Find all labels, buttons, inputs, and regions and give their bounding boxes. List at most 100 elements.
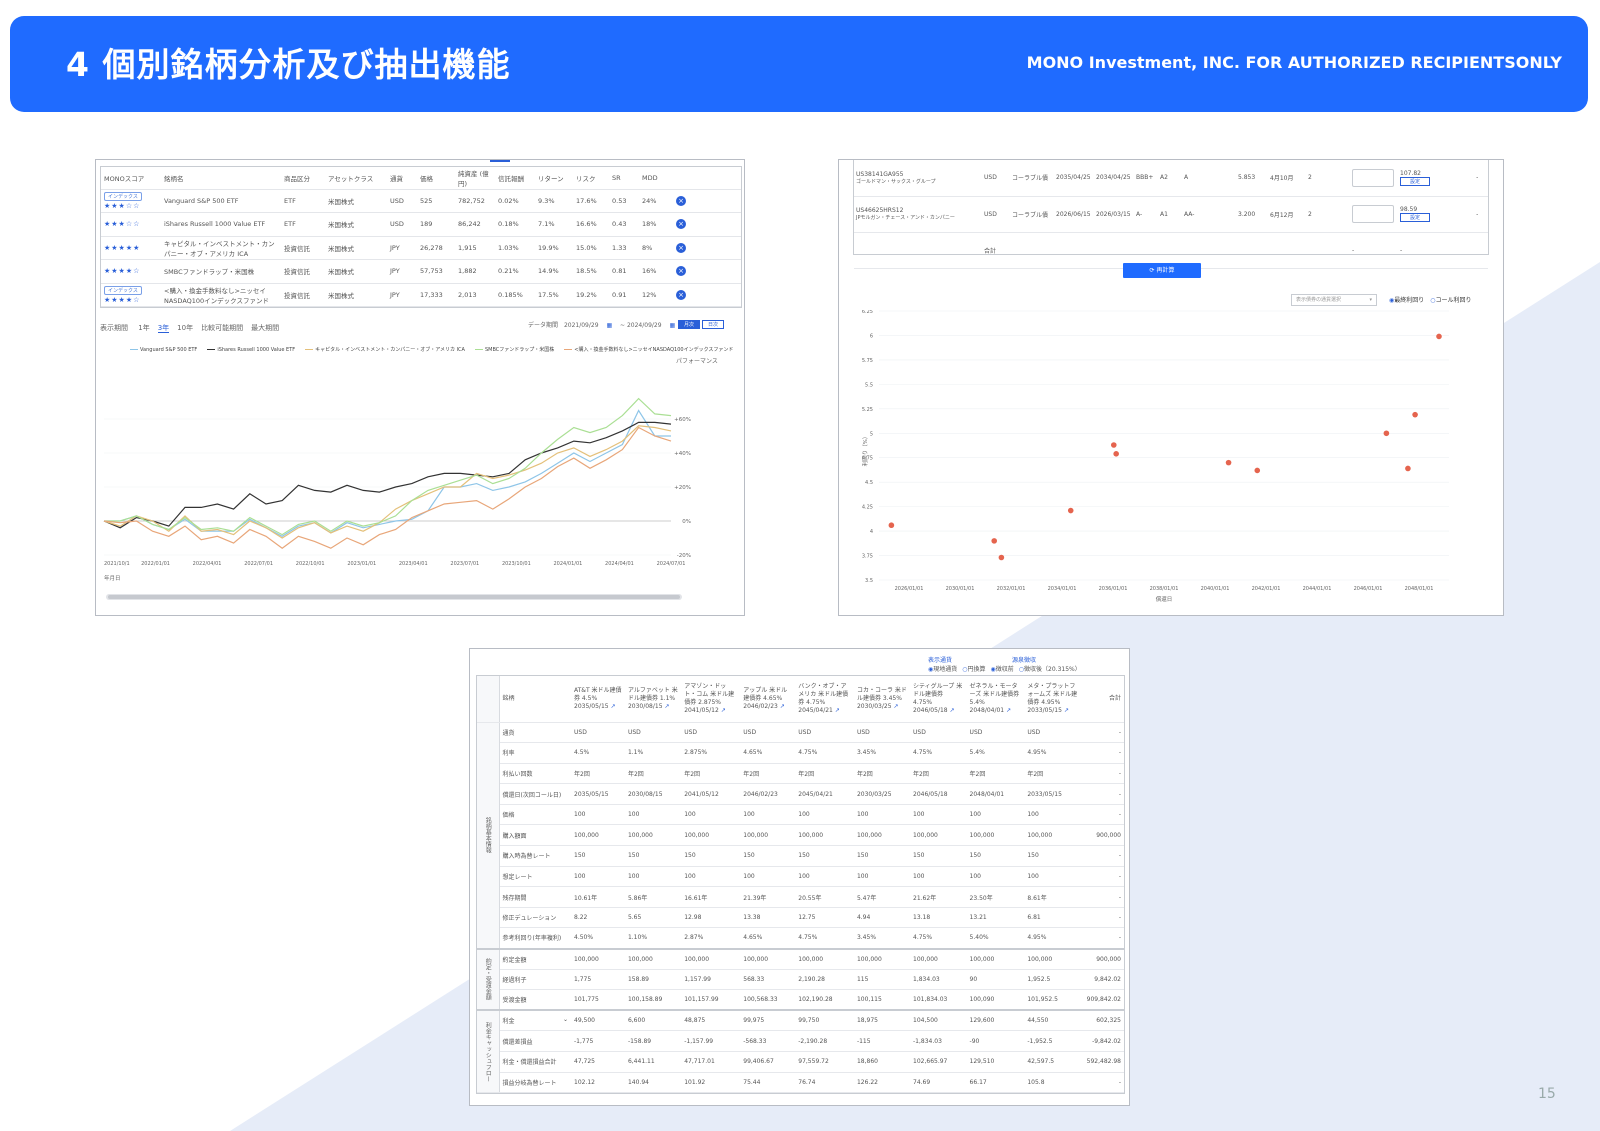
scatter-point[interactable] xyxy=(998,554,1005,561)
fund-row[interactable]: ★★★★☆ SMBCファンドラップ・米国株 投資信託 米国株式 JPY 57,753 1,8… xyxy=(101,259,741,284)
column-header[interactable]: 純資産 (億円) xyxy=(455,167,495,190)
horizontal-scrollbar[interactable] xyxy=(106,594,682,600)
column-header[interactable]: 通貨 xyxy=(387,167,417,190)
remove-cell: × xyxy=(673,283,741,307)
legend-label: SMBCファンドラップ・米国株 xyxy=(484,347,555,353)
tab-period-3[interactable]: 比較可能期間 xyxy=(201,324,243,332)
radio-currency-1[interactable]: ○円換算 xyxy=(962,666,985,673)
bond-code: US46625HRS12 xyxy=(856,207,904,214)
fund-type-cell: 投資信託 xyxy=(281,236,325,260)
total-cell: 900,000 xyxy=(1083,824,1124,847)
external-link-icon[interactable]: ↗ xyxy=(894,703,899,710)
scatter-point[interactable] xyxy=(1113,451,1119,457)
scatter-point[interactable] xyxy=(1412,411,1418,418)
column-header[interactable]: 価格 xyxy=(417,167,455,190)
column-header[interactable]: アセットクラス xyxy=(325,167,387,190)
simulation-row: 損益分岐為替レート 102.12 140.94 101.92 75.44 76.74 126… xyxy=(477,1072,1124,1094)
close-icon[interactable]: × xyxy=(676,219,686,230)
x-tick-label: 2044/01/01 xyxy=(1303,586,1332,592)
value-cell: 21.39年 xyxy=(740,886,796,908)
column-header[interactable]: MDD xyxy=(639,167,673,190)
close-icon[interactable]: × xyxy=(676,195,686,206)
column-header[interactable]: SR xyxy=(609,167,639,190)
external-link-icon[interactable]: ↗ xyxy=(611,703,616,710)
legend-item[interactable]: キャピタル・インベストメント・カンパニー・オブ・アメリカ ICA xyxy=(305,347,465,353)
set-button[interactable]: 設定 xyxy=(1400,213,1430,222)
calendar-icon[interactable]: ▦ xyxy=(606,322,612,329)
scatter-point[interactable] xyxy=(1254,467,1261,474)
radio-call-yield[interactable]: ○コール利回り xyxy=(1430,297,1471,304)
scatter-point[interactable] xyxy=(1436,333,1442,340)
bond-simulation-panel: 表示通貨 源泉徴収 ◉現地通貨 ○円換算 ◉徴収前 ○徴収後（20.315%） 銘柄 A… xyxy=(469,648,1130,1106)
bond-r1-cell: BBB+ xyxy=(1134,160,1158,197)
date-to-input[interactable]: ~ 2024/09/29 xyxy=(620,322,662,329)
radio-tax-1[interactable]: ○徴収後（20.315%） xyxy=(1019,666,1081,673)
date-from-input[interactable]: 2021/09/29 xyxy=(564,322,599,329)
value-cell: USD xyxy=(966,722,1025,744)
value-cell: 100 xyxy=(740,866,796,888)
column-header[interactable]: リターン xyxy=(535,167,573,190)
value-cell: 4.5% xyxy=(571,742,625,764)
bond-row[interactable]: US46625HRS12 JPモルガン・チェース・アンド・カンパニー USD コーラブ… xyxy=(854,196,1488,233)
radio-final-yield[interactable]: ◉最終利回り xyxy=(1389,297,1424,304)
scatter-point[interactable] xyxy=(1110,442,1117,448)
fund-row[interactable]: ★★★★★ キャピタル・インベストメント・カンパニー・オブ・アメリカ ICA 投資信… xyxy=(101,236,741,260)
column-header[interactable]: 商品区分 xyxy=(281,167,325,190)
value-cell: 100,000 xyxy=(624,824,682,847)
legend-item[interactable]: Vanguard S&P 500 ETF xyxy=(130,347,197,353)
simulation-row: 利金・償還損益合計 47,725 6,441.11 47,717.01 99,406.6… xyxy=(477,1051,1124,1073)
external-link-icon[interactable]: ↗ xyxy=(950,707,955,714)
column-header[interactable]: 信託報酬 xyxy=(495,167,535,190)
external-link-icon[interactable]: ↗ xyxy=(1006,707,1011,714)
value-cell: 100 xyxy=(910,866,967,888)
scrollbar-thumb[interactable] xyxy=(108,595,680,599)
column-header[interactable]: リスク xyxy=(573,167,609,190)
close-icon[interactable]: × xyxy=(676,289,686,300)
scatter-point[interactable] xyxy=(1067,507,1074,514)
legend-item[interactable]: iShares Russell 1000 Value ETF xyxy=(207,347,295,353)
scatter-point[interactable] xyxy=(888,522,895,529)
quantity-input[interactable] xyxy=(1352,168,1394,187)
fund-row[interactable]: ★★★☆☆ iShares Russell 1000 Value ETF ETF 米国… xyxy=(101,212,741,237)
calendar-icon[interactable]: ▦ xyxy=(670,322,676,329)
column-header[interactable]: MONOスコア xyxy=(101,167,161,190)
fund-asset-cell: 米国株式 xyxy=(325,283,387,307)
recalculate-button[interactable]: ⟳ 再計算 xyxy=(1123,263,1201,278)
scatter-point[interactable] xyxy=(1225,459,1232,466)
row-label[interactable]: 利金 ⌄ xyxy=(499,1009,571,1032)
value-cell: 150 xyxy=(910,845,967,867)
radio-tax-0[interactable]: ◉徴収前 xyxy=(991,666,1014,673)
legend-item[interactable]: <購入・換金手数料なし>ニッセイNASDAQ100インデックスファンド xyxy=(564,347,733,353)
scatter-point[interactable] xyxy=(991,538,998,544)
scatter-point[interactable] xyxy=(1383,430,1390,437)
chevron-down-icon[interactable]: ⌄ xyxy=(563,1016,568,1023)
external-link-icon[interactable]: ↗ xyxy=(721,707,726,714)
external-link-icon[interactable]: ↗ xyxy=(835,707,840,714)
row-menu-dash[interactable]: - xyxy=(1474,196,1488,233)
tab-period-4[interactable]: 最大期間 xyxy=(251,324,279,332)
radio-currency-0[interactable]: ◉現地通貨 xyxy=(928,666,957,673)
external-link-icon[interactable]: ↗ xyxy=(1064,707,1069,714)
scatter-point[interactable] xyxy=(1405,465,1411,472)
tab-period-1[interactable]: 3年 xyxy=(157,324,170,333)
external-link-icon[interactable]: ↗ xyxy=(665,703,670,710)
set-button[interactable]: 設定 xyxy=(1400,176,1430,186)
value-cell: 100,000 xyxy=(1024,947,1084,970)
daily-button[interactable]: 日次 xyxy=(702,320,724,329)
external-link-icon[interactable]: ↗ xyxy=(780,703,785,710)
fund-row[interactable]: インデックス ★★★☆☆ Vanguard S&P 500 ETF ETF 米国株式 US… xyxy=(101,189,741,213)
radio-label: 円換算 xyxy=(967,666,986,673)
close-icon[interactable]: × xyxy=(676,266,686,277)
fund-row[interactable]: インデックス ★★★★☆ <購入・換金手数料なし>ニッセイNASDAQ100インデッ… xyxy=(101,283,741,307)
fund-asset-cell: 米国株式 xyxy=(325,259,387,284)
currency-select[interactable]: 表示債券の通貨選択 ▾ xyxy=(1291,294,1377,306)
row-menu-dash[interactable]: - xyxy=(1474,160,1488,197)
legend-item[interactable]: SMBCファンドラップ・米国株 xyxy=(474,347,555,353)
column-header[interactable]: 銘柄名 xyxy=(161,167,281,190)
monthly-button[interactable]: 月次 xyxy=(678,320,700,329)
close-icon[interactable]: × xyxy=(676,242,686,253)
quantity-input[interactable] xyxy=(1352,205,1394,223)
bond-row[interactable]: US38141GA955 ゴールドマン・サックス・グループ USD コーラブル債 203… xyxy=(854,160,1488,197)
tab-period-2[interactable]: 10年 xyxy=(177,324,193,332)
tab-period-0[interactable]: 1年 xyxy=(138,324,149,332)
